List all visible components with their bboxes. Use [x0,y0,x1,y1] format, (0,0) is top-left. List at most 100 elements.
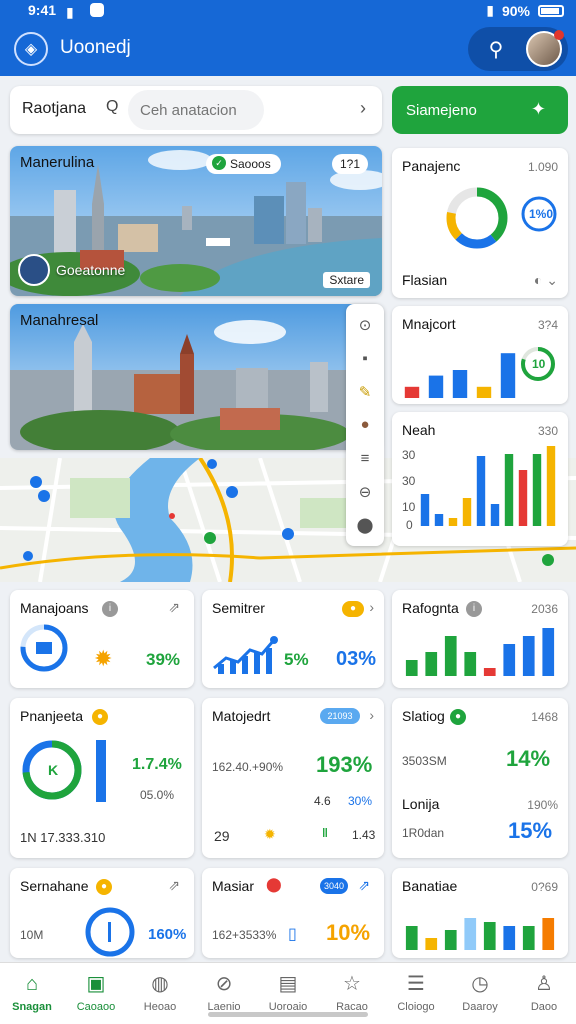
nav-item-user[interactable]: ♙ Daoo [512,963,576,1024]
donut-card[interactable]: Panajenc 1.090 1%0 Flasian ◐ ⌄ [392,148,568,298]
bar-chart-1 [404,353,516,398]
nav-item-home[interactable]: ⌂ Snagan [0,963,64,1024]
bar-mark [452,370,468,398]
compass-icon: ⊘ [215,973,233,995]
bar-mark [532,454,542,526]
bar-chart-2 [420,446,556,526]
bar-mark [420,494,430,526]
bar-mark [522,636,535,676]
minus-icon[interactable]: ⊖ [352,479,378,505]
bar-mark [444,636,457,676]
y-tick: 30 [402,448,416,462]
chevron-right-icon[interactable]: › [369,599,374,615]
layers-icon[interactable]: ≡ [352,445,378,471]
lock-icon[interactable]: ▪ [352,345,378,371]
card-title: Neah [402,422,436,438]
info-icon: i [466,601,482,617]
battery-level: 90% [501,2,530,19]
card-title: Sernahane [20,878,89,894]
ring-value: K [48,762,59,778]
bar-mark [500,353,516,398]
card-subtitle: Flasian [402,272,448,288]
share-icon[interactable]: ⇗ [358,877,370,894]
bar-mark [490,504,500,526]
sub-value-a: 4.6 [314,794,331,808]
tile-matojedrt[interactable]: Matojedrt 21093 › 162.40.+90% 193% 4.6 3… [202,698,384,858]
city-photo-card-2[interactable]: Manahresal [10,304,382,450]
nav-item-globe[interactable]: ◍ Heoao [128,963,192,1024]
progress-bar [96,740,106,802]
tile-semitrer[interactable]: Semitrer ● › 5% 03% [202,590,384,688]
tile-secondary: 05.0% [140,788,175,802]
bar-card-2[interactable]: Neah 330 30 30 10 0 [392,412,568,546]
sub-value-b: 29 [214,828,230,844]
sub-title: Lonija [402,796,440,812]
search-icon[interactable]: Q [106,98,118,116]
tile-banatiae[interactable]: Banatiae 0?69 [392,868,568,958]
sub-value-c: 1.43 [352,828,376,842]
status-icon: ● [92,709,108,725]
chevron-right-icon[interactable]: › [360,98,366,119]
tile-manajoans[interactable]: Manajoans i ⇗ ✹ 39% [10,590,194,688]
search-input[interactable] [128,90,264,130]
search-card: Raotjana Q › [10,86,382,134]
primary-action-button[interactable]: Siamejeno ✦ [392,86,568,134]
location-label: Goeatonne [56,262,126,278]
app-logo-icon[interactable]: ◈ [14,32,48,66]
landmark-icon [18,254,50,286]
search-icon[interactable]: ⚲ [482,35,510,63]
city-photo-card[interactable]: Manerulina Saooos 1?1 Goeatonne Sxtare [10,146,382,296]
dropdown-icon[interactable]: ◐ ⌄ [534,272,558,289]
globe-icon: ◍ [151,973,169,995]
tile-value: 160% [148,926,187,943]
tile-value: 193% [316,752,373,777]
nav-item-board[interactable]: ▣ Caoaoo [64,963,128,1024]
home-indicator [208,1012,368,1017]
card-meta: 2036 [531,602,558,616]
ring-value: 10 [532,357,546,371]
gear-icon: ✹ [94,646,113,671]
notification-dot [554,30,564,40]
share-icon[interactable]: ⇗ [168,877,180,894]
ring-gauge [20,624,68,672]
ruler-icon[interactable]: ✎ [352,379,378,405]
location-chip[interactable]: Goeatonne [18,254,125,286]
tile-pnanjeeta[interactable]: Pnanjeeta ● K 1.7.4% 05.0% 1N 17.333.310 [10,698,194,858]
nav-label: Heoao [143,1001,177,1013]
bar-mark [462,498,472,526]
nav-label: Caoaoo [76,1001,116,1013]
primary-action-label: Siamejeno [406,101,477,119]
tile-secondary: 10M [20,928,44,942]
tile-sernahane[interactable]: Sernahane ● ⇗ 10M 160% [10,868,194,958]
bars-icon: ‖ [322,826,328,840]
count-badge: 1?1 [332,154,369,174]
status-badge: ● [342,601,364,617]
bar-mark [464,652,477,676]
nav-item-clock[interactable]: ◷ Daaroy [448,963,512,1024]
status-icon: ● [96,879,112,895]
pin-icon[interactable]: ⬤ [352,512,378,538]
tile-rafognta[interactable]: Rafognta i 2036 [392,590,568,688]
pin-icon: ⬤ [266,876,282,892]
bar-chart-3 [405,628,555,676]
bar-mark [404,386,420,398]
card-meta: 1468 [531,710,558,724]
bar-card-1[interactable]: Mnajcort 3?4 10 [392,306,568,404]
tile-masiar[interactable]: Masiar ⬤ 3040 ⇗ 162+3533% ▯ 10% [202,868,384,958]
chevron-right-icon[interactable]: › [369,707,374,723]
tile-secondary: 162.40.+90% [212,760,284,774]
bar-mark [503,926,516,950]
bar-mark [476,386,492,398]
tile-slatiog[interactable]: Slatiog ● 1468 3503SM 14% Lonija 190% 1R… [392,698,568,858]
locate-icon[interactable]: ⊙ [352,312,378,338]
nav-item-list[interactable]: ☰ Cloiogo [384,963,448,1024]
nav-label: Cloiogo [397,1001,435,1013]
profile-thumb-icon[interactable]: ● [352,412,378,438]
bar-mark [503,644,516,676]
card-title: Matojedrt [212,708,271,724]
bar-mark [518,470,528,526]
sub-value: 15% [508,818,553,843]
tile-value: 10% [326,920,371,945]
share-icon[interactable]: ⇗ [168,599,180,616]
bar-mark [483,922,496,950]
